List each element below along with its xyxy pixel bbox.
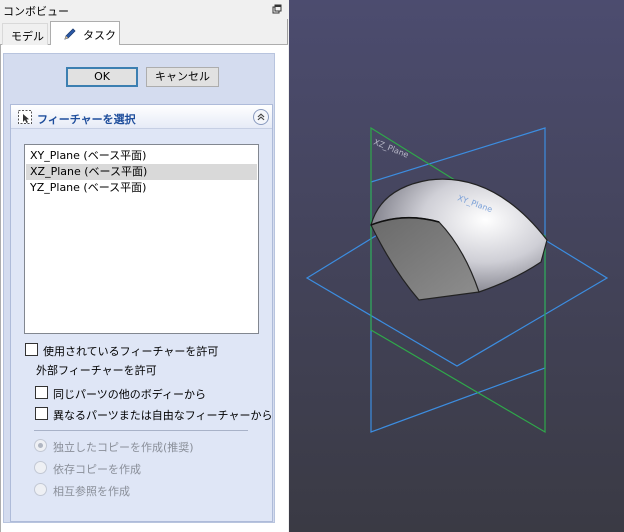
list-item[interactable]: YZ_Plane (ベース平面) — [26, 180, 257, 196]
allow-used-checkbox[interactable] — [25, 343, 38, 356]
section-divider — [34, 430, 248, 431]
combo-view-title: コンボビュー — [3, 5, 69, 18]
list-item[interactable]: XZ_Plane (ベース平面) — [26, 164, 257, 180]
tab-model-label: モデル — [11, 30, 44, 43]
same-part-checkbox[interactable] — [35, 386, 48, 399]
radio-independent-copy-label: 独立したコピーを作成(推奨) — [53, 441, 194, 454]
collapse-icon[interactable] — [253, 109, 269, 125]
feature-list[interactable]: XY_Plane (ベース平面) XZ_Plane (ベース平面) YZ_Pla… — [24, 144, 259, 334]
radio-independent-copy[interactable] — [34, 439, 47, 452]
combo-view-titlebar: コンボビュー — [0, 0, 288, 19]
combo-view-tabs: モデル タスク — [0, 21, 288, 46]
other-part-label: 異なるパーツまたは自由なフィーチャーから — [53, 409, 273, 422]
same-part-label: 同じパーツの他のボディーから — [53, 388, 207, 401]
combo-view: コンボビュー モデル タスク OK キャンセル フィーチャーを選択 XY_Pla… — [0, 0, 288, 532]
select-feature-icon — [18, 110, 32, 124]
other-part-checkbox[interactable] — [35, 407, 48, 420]
3d-viewport[interactable]: XZ_Plane XY_Plane — [289, 0, 624, 532]
ok-button[interactable]: OK — [66, 67, 138, 87]
tab-task[interactable]: タスク — [50, 21, 120, 46]
radio-cross-reference-label: 相互参照を作成 — [53, 485, 130, 498]
select-feature-header: フィーチャーを選択 — [11, 105, 272, 129]
list-item[interactable]: XY_Plane (ベース平面) — [26, 148, 257, 164]
cancel-button[interactable]: キャンセル — [146, 67, 219, 87]
select-feature-title: フィーチャーを選択 — [37, 113, 136, 126]
tab-model[interactable]: モデル — [2, 23, 48, 45]
external-section-title: 外部フィーチャーを許可 — [36, 364, 157, 377]
tab-task-label: タスク — [83, 29, 116, 42]
radio-dependent-copy-label: 依存コピーを作成 — [53, 463, 141, 476]
radio-cross-reference[interactable] — [34, 483, 47, 496]
pencil-icon — [64, 28, 76, 40]
float-panel-icon[interactable] — [272, 4, 282, 14]
allow-used-label: 使用されているフィーチャーを許可 — [43, 345, 219, 358]
radio-dependent-copy[interactable] — [34, 461, 47, 474]
